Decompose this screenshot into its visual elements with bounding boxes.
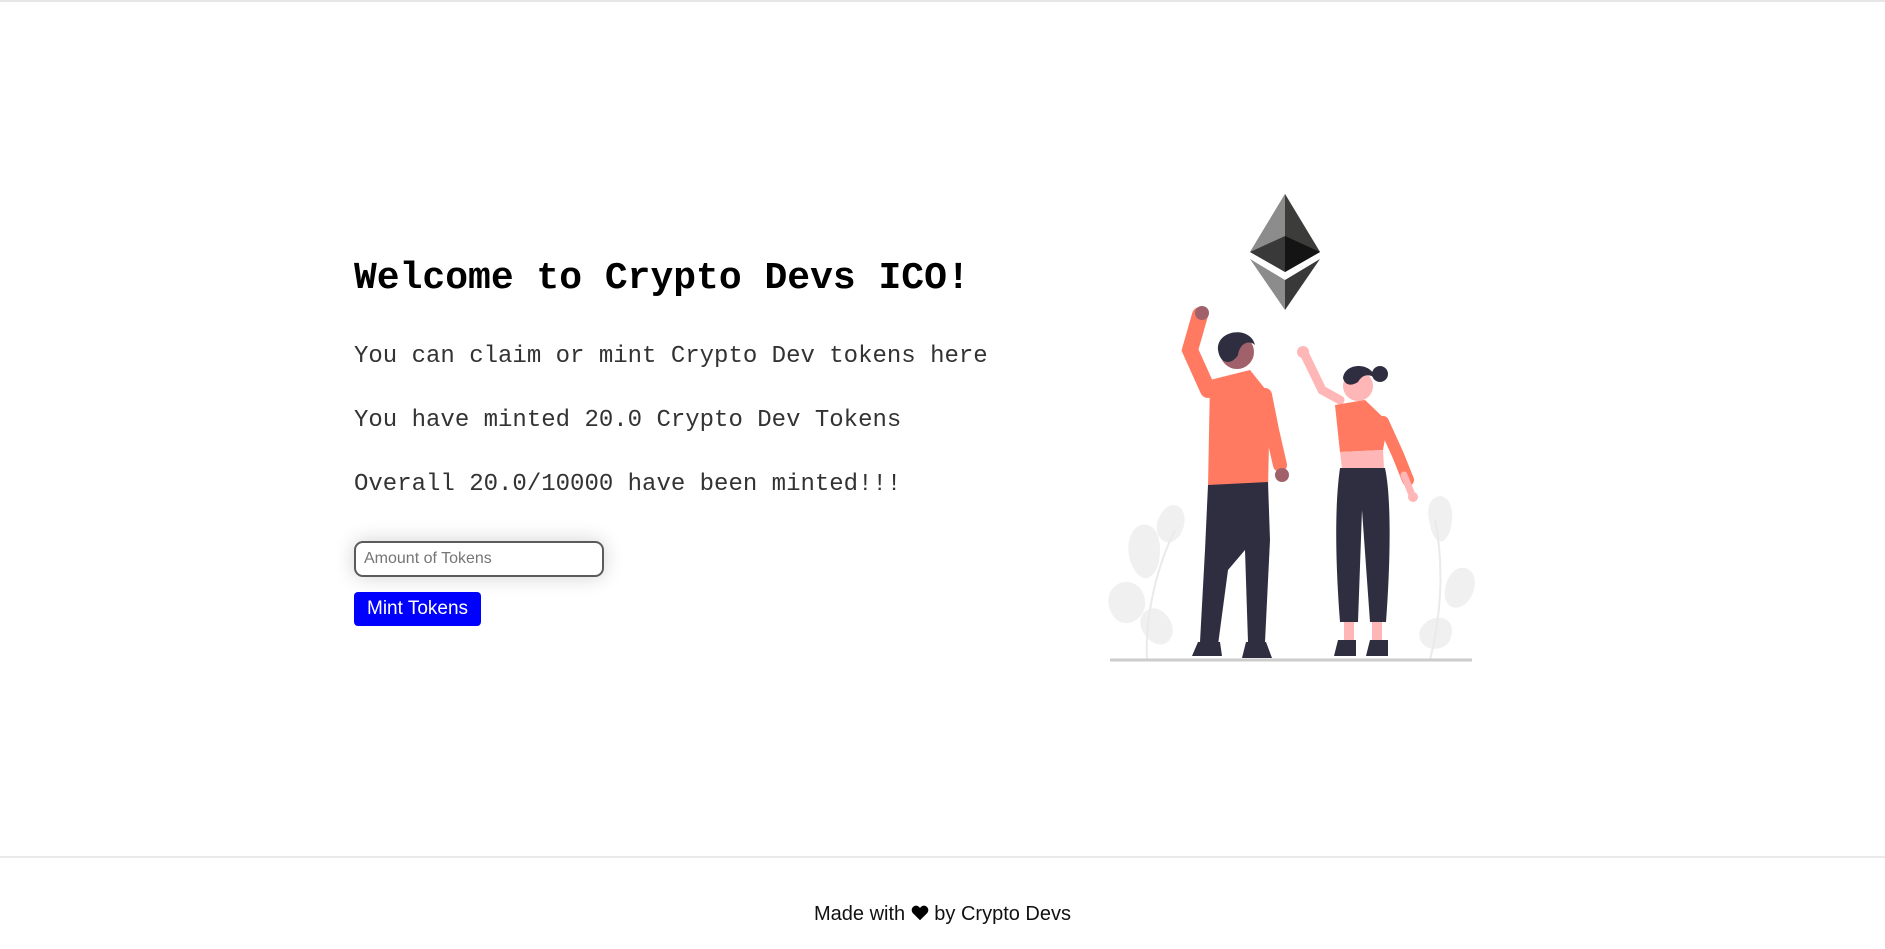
woman-figure-icon	[1297, 346, 1418, 656]
ethereum-logo-icon	[1250, 194, 1320, 310]
main-section: Welcome to Crypto Devs ICO! You can clai…	[0, 2, 1885, 856]
right-plant-icon	[1419, 496, 1475, 661]
mint-tokens-button[interactable]: Mint Tokens	[354, 592, 482, 626]
footer: Made with by Crypto Devs	[0, 856, 1885, 949]
amount-input-wrapper	[354, 541, 604, 577]
footer-suffix: by Crypto Devs	[934, 903, 1071, 925]
amount-of-tokens-input[interactable]	[354, 541, 604, 577]
user-minted-text: You have minted 20.0 Crypto Dev Tokens	[354, 407, 902, 434]
heart-icon	[911, 905, 929, 921]
footer-credit: Made with by Crypto Devs	[0, 902, 1885, 926]
footer-prefix: Made with	[814, 903, 906, 925]
left-plant-icon	[1108, 504, 1185, 661]
ico-panel: Welcome to Crypto Devs ICO! You can clai…	[354, 257, 1074, 626]
crypto-devs-illustration	[1108, 194, 1475, 662]
man-figure-icon	[1181, 306, 1289, 658]
overall-minted-text: Overall 20.0/10000 have been minted!!!	[354, 471, 902, 498]
page-title: Welcome to Crypto Devs ICO!	[354, 257, 970, 300]
page-description: You can claim or mint Crypto Dev tokens …	[354, 343, 988, 370]
